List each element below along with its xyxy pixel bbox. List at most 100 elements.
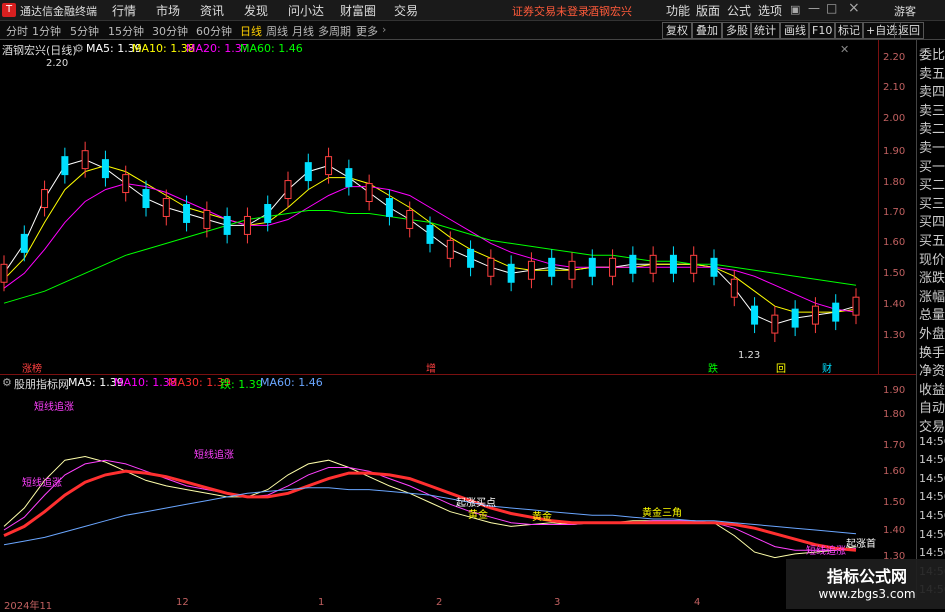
menu-caifuquan[interactable]: 财富圈 [340, 2, 376, 19]
quote-field-label: 委比 [919, 48, 945, 63]
menu-shichang[interactable]: 市场 [156, 2, 180, 19]
y-tick: 1.90 [883, 146, 906, 157]
menu-gongshi[interactable]: 公式 [727, 2, 751, 19]
quote-field-label: 现价 [919, 252, 945, 268]
quote-field-label: 卖二 [919, 122, 945, 138]
quote-field-label: 买四 [919, 215, 945, 231]
kline-chart[interactable] [0, 40, 878, 374]
y-tick: 2.00 [883, 113, 906, 124]
watermark-title: 指标公式网 [826, 567, 907, 586]
menu-hangqing[interactable]: 行情 [112, 2, 136, 19]
candle-body [771, 314, 779, 334]
indicator-panel[interactable] [0, 376, 878, 598]
period-15min[interactable]: 15分钟 [108, 23, 144, 39]
signal-label: 短线追涨 [34, 402, 74, 413]
panel-close-icon[interactable]: ✕ [840, 43, 849, 56]
candle-body [385, 198, 393, 217]
period-more[interactable]: 更多 [356, 23, 378, 39]
candle-body [41, 189, 49, 208]
candle-body [832, 302, 840, 322]
guest-label[interactable]: 游客 [894, 3, 916, 19]
quote-field-label: 外盘 [919, 327, 945, 342]
marker-hui: 回 [776, 364, 786, 375]
y-tick: 1.60 [883, 237, 906, 248]
candle-body [669, 254, 677, 274]
period-fenshi[interactable]: 分时 [6, 23, 28, 39]
marker-die: 跌 [708, 364, 718, 375]
candle-body [751, 305, 759, 325]
period-daily[interactable]: 日线 [240, 23, 262, 39]
menu-jiaoyi[interactable]: 交易 [394, 2, 418, 19]
tool-huaxian[interactable]: 画线 [780, 22, 810, 39]
quote-field-label: 涨跌 [919, 271, 945, 287]
tool-fanhui[interactable]: 返回 [894, 22, 924, 39]
y-tick: 2.10 [883, 82, 906, 93]
candle-body [243, 215, 251, 235]
sub-settings-icon[interactable]: ⚙ [2, 376, 12, 389]
y-tick: 1.70 [883, 207, 906, 218]
quote-field-label: 14:56 [919, 509, 945, 522]
period-5min[interactable]: 5分钟 [70, 23, 99, 39]
period-multi[interactable]: 多周期 [318, 23, 351, 39]
candle-body [426, 224, 434, 244]
high-price-label: 2.20 [46, 58, 69, 69]
candle-body [467, 248, 475, 268]
maximize-icon[interactable]: □ [826, 1, 837, 15]
date-label: 3 [554, 597, 561, 608]
app-logo: T [2, 3, 16, 17]
menu-button-icon[interactable]: ▣ [790, 3, 800, 16]
tool-fuquan[interactable]: 复权 [662, 22, 692, 39]
signal-label: 起涨首 [846, 539, 876, 550]
indicator-chart[interactable] [0, 376, 878, 598]
candle-body [406, 209, 414, 229]
menu-faxian[interactable]: 发现 [244, 2, 268, 19]
tool-diejia[interactable]: 叠加 [692, 22, 722, 39]
kline-panel[interactable] [0, 40, 879, 374]
tool-biaoji[interactable]: 标记 [834, 22, 864, 39]
quote-field-label: 14:56 [919, 471, 945, 485]
quote-field-label: 14:56 [919, 434, 945, 448]
sub-y-tick: 1.60 [883, 466, 906, 477]
period-monthly[interactable]: 月线 [292, 23, 314, 39]
account-status[interactable]: 证券交易未登录 [512, 3, 589, 19]
signal-label: 黄金三角 [642, 508, 682, 519]
chevron-down-icon[interactable]: › [382, 23, 386, 36]
candle-body [20, 233, 28, 253]
candle-body [284, 180, 292, 200]
candle-body [264, 204, 272, 223]
quote-field-label: 14:56 [919, 527, 945, 541]
candle-body [101, 159, 109, 179]
candle-body [345, 168, 353, 188]
quote-field-label: 收益 [919, 382, 945, 398]
candle-body [791, 308, 799, 328]
panel-divider[interactable] [0, 374, 916, 375]
tool-f10[interactable]: F10 [808, 22, 837, 39]
sub-ma60-line [3, 487, 857, 546]
settings-icon[interactable]: ⚙ [74, 42, 84, 55]
sub-y-tick: 1.90 [883, 385, 906, 396]
period-60min[interactable]: 60分钟 [196, 23, 232, 39]
y-tick: 1.80 [883, 177, 906, 188]
main-stock-label: 酒钢宏兴(日线) [2, 44, 77, 57]
tool-duogu[interactable]: 多股 [722, 22, 752, 39]
period-weekly[interactable]: 周线 [266, 23, 288, 39]
close-icon[interactable]: × [848, 0, 860, 16]
quote-field-label: 卖三 [919, 103, 945, 119]
minimize-icon[interactable]: — [808, 1, 820, 15]
candle-body [710, 257, 718, 277]
signal-label: 短线追涨 [22, 478, 62, 489]
period-1min[interactable]: 1分钟 [32, 23, 61, 39]
menu-zixun[interactable]: 资讯 [200, 2, 224, 19]
stock-name: 酒钢宏兴 [588, 5, 632, 18]
menu-gongneng[interactable]: 功能 [666, 2, 690, 19]
candle-body [649, 254, 657, 274]
menu-xuanxiang[interactable]: 选项 [758, 2, 782, 19]
period-30min[interactable]: 30分钟 [152, 23, 188, 39]
menu-banmian[interactable]: 版面 [696, 2, 720, 19]
marker-cai: 财 [822, 364, 832, 375]
tool-tongji[interactable]: 统计 [750, 22, 780, 39]
menu-wenxiaoda[interactable]: 问小达 [288, 2, 324, 19]
sub-indicator-name: 股朋指标网 [14, 378, 69, 391]
marker-zeng: 增 [426, 364, 436, 375]
date-label: 2 [436, 597, 443, 608]
